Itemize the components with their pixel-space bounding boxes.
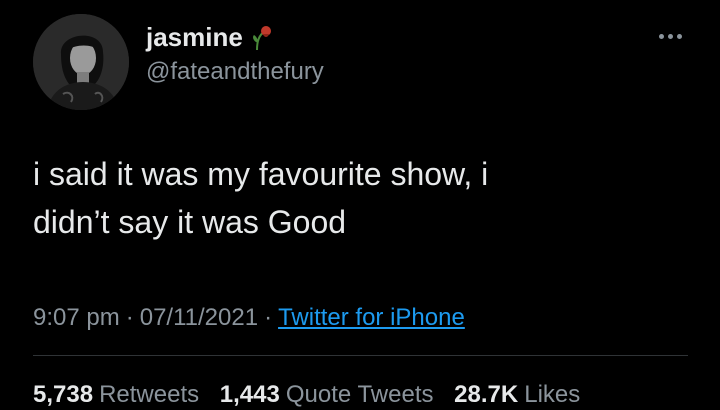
quote-tweets-label: Quote Tweets bbox=[285, 381, 434, 408]
tweet-text: i said it was my favourite show, i didn’… bbox=[33, 156, 489, 240]
author-display-name[interactable]: jasmine bbox=[146, 22, 243, 52]
retweets-label: Retweets bbox=[99, 381, 200, 408]
tweet-card: jasmine @fateandthefury i said it was my… bbox=[0, 0, 720, 409]
likes-count: 28.7K bbox=[454, 381, 519, 408]
tweet-source-link[interactable]: Twitter for iPhone bbox=[278, 304, 465, 331]
author-handle[interactable]: @fateandthefury bbox=[146, 58, 324, 86]
engagement-stats: 5,738 Retweets 1,443 Quote Tweets 28.7K Lik… bbox=[33, 380, 580, 410]
quote-tweets-stat[interactable]: 1,443 Quote Tweets bbox=[220, 381, 434, 408]
meta-separator: · bbox=[125, 304, 134, 331]
retweets-stat[interactable]: 5,738 Retweets bbox=[33, 381, 199, 408]
wilted-flower-icon bbox=[251, 23, 273, 51]
more-dots-icon[interactable] bbox=[652, 26, 688, 46]
dot bbox=[658, 33, 664, 39]
author-name-row: jasmine bbox=[146, 22, 273, 52]
avatar[interactable] bbox=[33, 14, 129, 110]
dot bbox=[667, 33, 673, 39]
likes-label: Likes bbox=[524, 381, 581, 408]
likes-stat[interactable]: 28.7K Likes bbox=[454, 381, 580, 408]
dot bbox=[676, 33, 682, 39]
tweet-time[interactable]: 9:07 pm bbox=[33, 304, 120, 331]
quote-tweets-count: 1,443 bbox=[219, 381, 280, 408]
divider bbox=[33, 355, 688, 356]
tweet-meta: 9:07 pm · 07/11/2021 · Twitter for iPhone bbox=[33, 303, 465, 333]
tweet-date[interactable]: 07/11/2021 bbox=[140, 304, 258, 331]
retweets-count: 5,738 bbox=[33, 381, 94, 408]
avatar-portrait bbox=[33, 14, 129, 110]
meta-separator: · bbox=[264, 304, 273, 331]
